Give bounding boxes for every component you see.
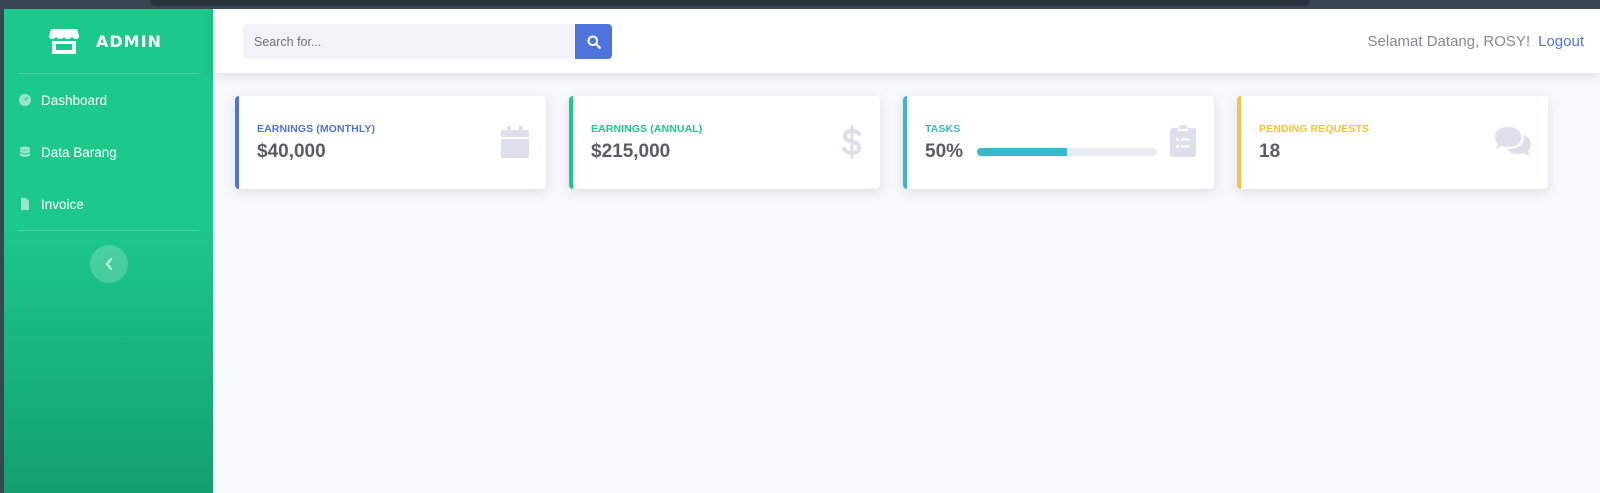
sidebar-toggle-button[interactable]: [89, 245, 128, 283]
sidebar-divider: [18, 230, 199, 231]
tasks-progress-bar: [977, 148, 1158, 156]
search-button[interactable]: [575, 24, 612, 59]
chevron-left-icon: [105, 258, 112, 270]
sidebar-item-data-barang[interactable]: Data Barang: [4, 126, 213, 178]
sidebar-item-label: Invoice: [41, 196, 84, 212]
comments-icon: [1495, 127, 1531, 156]
search-icon: [587, 35, 601, 49]
stat-cards: Earnings (Monthly) $40,000 Earnings (Ann…: [235, 96, 1548, 189]
database-icon: [20, 146, 30, 157]
sidebar-item-label: Dashboard: [41, 92, 108, 108]
topbar: Selamat Datang, ROSY! Logout: [213, 9, 1600, 73]
dollar-icon: [842, 125, 862, 159]
search-group: [243, 24, 612, 59]
file-icon: [21, 198, 29, 210]
sidebar-item-dashboard[interactable]: Dashboard: [4, 74, 213, 126]
card-tasks: Tasks 50%: [903, 96, 1214, 189]
card-value: $215,000: [591, 141, 671, 162]
sidebar-brand[interactable]: ADMIN: [4, 9, 213, 73]
user-area: Selamat Datang, ROSY! Logout: [1368, 9, 1584, 73]
main-content: Selamat Datang, ROSY! Logout Earnings (M…: [213, 9, 1600, 493]
app-window: ADMIN Dashboard Data Barang Invoice Sear…: [4, 9, 1600, 493]
sidebar-item-invoice[interactable]: Invoice: [4, 178, 213, 230]
sidebar-item-label: Data Barang: [41, 144, 117, 160]
card-pending-requests: Pending Requests 18: [1237, 96, 1548, 189]
store-icon: [49, 29, 79, 54]
clipboard-list-icon: [1170, 125, 1196, 157]
search-input[interactable]: [243, 24, 575, 59]
browser-top-strip: [150, 0, 1310, 6]
card-earnings-annual: Earnings (Annual) $215,000: [569, 96, 880, 189]
card-earnings-monthly: Earnings (Monthly) $40,000: [235, 96, 546, 189]
card-label: Earnings (Annual): [591, 123, 703, 135]
welcome-text: Selamat Datang, ROSY!: [1367, 32, 1531, 50]
tasks-progress-fill: [977, 148, 1068, 156]
calendar-icon: [501, 126, 529, 158]
tachometer-icon: [19, 94, 31, 106]
card-value: 50%: [925, 141, 964, 162]
logout-link[interactable]: Logout: [1538, 33, 1584, 50]
brand-title: ADMIN: [96, 31, 162, 51]
sidebar: ADMIN Dashboard Data Barang Invoice: [4, 9, 213, 493]
